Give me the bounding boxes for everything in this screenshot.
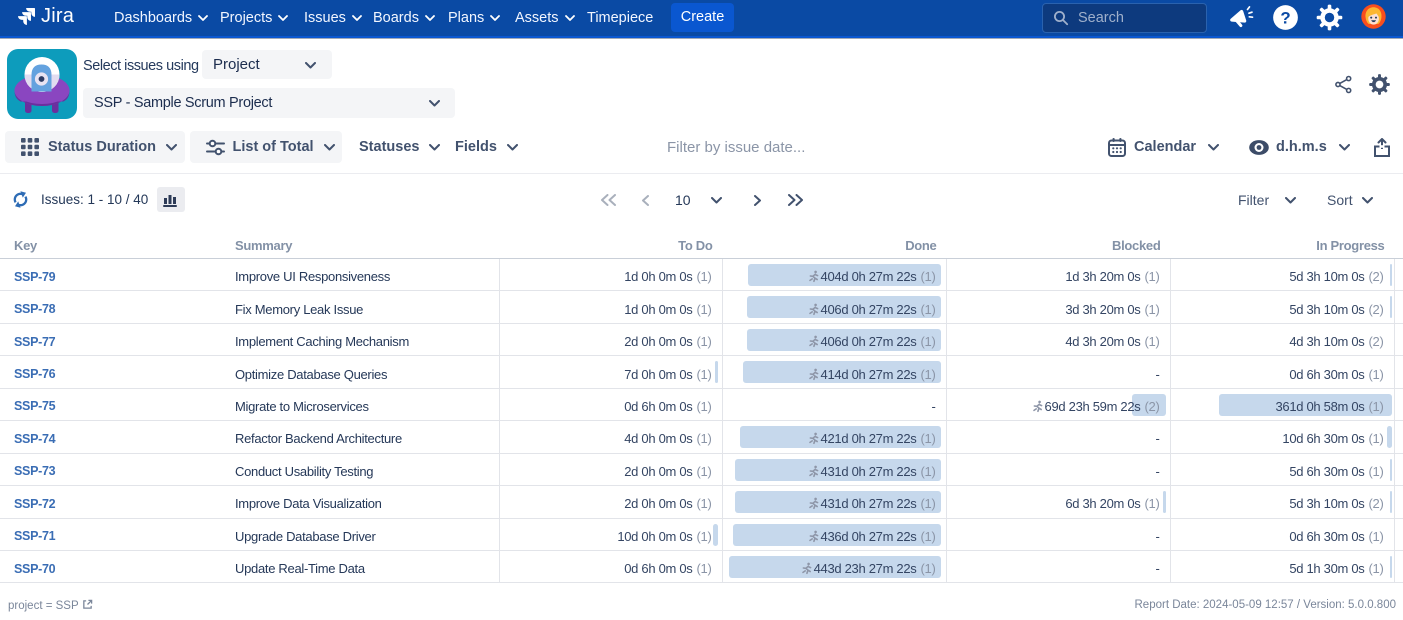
svg-text:?: ? — [1280, 8, 1290, 27]
